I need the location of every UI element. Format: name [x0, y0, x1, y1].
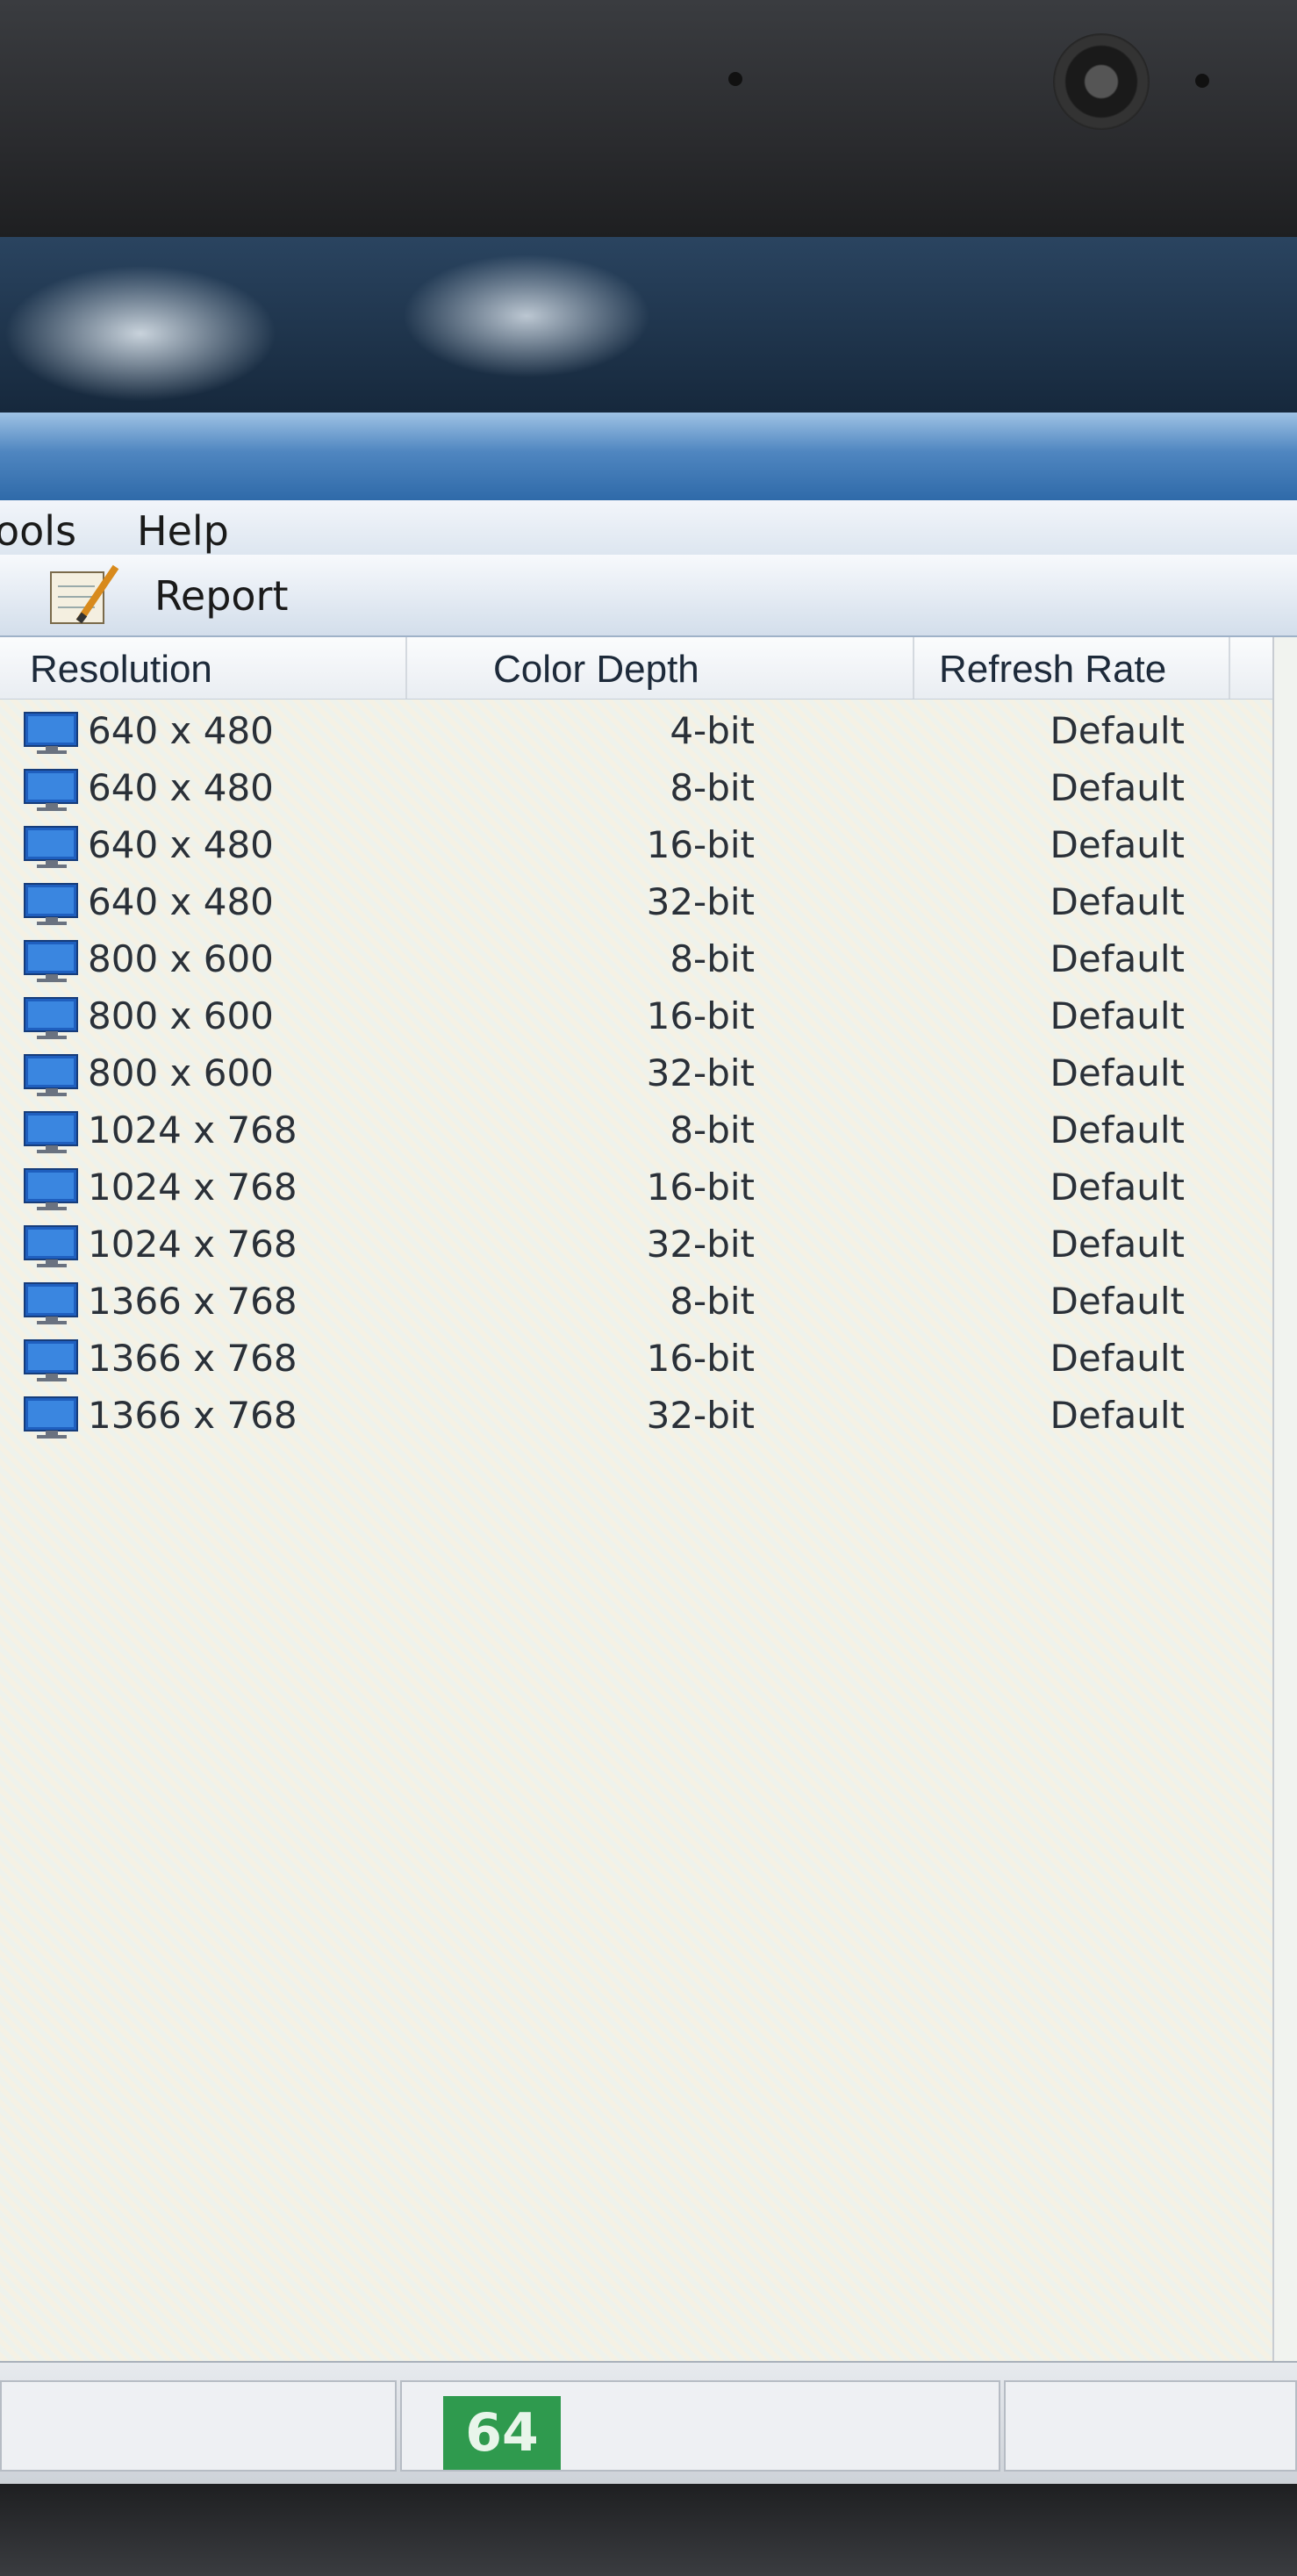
monitor-icon [24, 1396, 78, 1439]
cell-refresh-rate: Default [1050, 880, 1185, 923]
cell-resolution: 800 x 600 [88, 1051, 274, 1094]
monitor-icon [24, 1225, 78, 1267]
cell-refresh-rate: Default [1050, 994, 1185, 1037]
resolution-list[interactable]: Resolution Color Depth Refresh Rate 640 … [0, 637, 1274, 2441]
monitor-icon [24, 1282, 78, 1324]
cell-resolution: 800 x 600 [88, 937, 274, 980]
table-row[interactable]: 640 x 480 8-bit Default [0, 761, 1272, 817]
cell-refresh-rate: Default [1050, 823, 1185, 866]
cell-refresh-rate: Default [1050, 1223, 1185, 1266]
list-header: Resolution Color Depth Refresh Rate [0, 637, 1272, 700]
window-titlebar[interactable] [0, 413, 1297, 500]
table-row[interactable]: 1024 x 768 16-bit Default [0, 1160, 1272, 1216]
cell-color-depth: 16-bit [646, 994, 755, 1037]
table-row[interactable]: 1366 x 768 32-bit Default [0, 1388, 1272, 1445]
cell-color-depth: 32-bit [646, 1394, 755, 1437]
toolbar: Report [0, 555, 1297, 637]
monitor-icon [24, 997, 78, 1039]
cell-resolution: 1366 x 768 [88, 1394, 297, 1437]
cell-refresh-rate: Default [1050, 1280, 1185, 1323]
column-header-refresh-rate[interactable]: Refresh Rate [939, 648, 1166, 692]
cell-resolution: 1024 x 768 [88, 1223, 297, 1266]
report-button[interactable]: Report [35, 562, 316, 628]
table-row[interactable]: 640 x 480 4-bit Default [0, 704, 1272, 760]
notepad-pencil-icon [50, 564, 119, 624]
cell-refresh-rate: Default [1050, 709, 1185, 752]
cell-refresh-rate: Default [1050, 766, 1185, 809]
cell-color-depth: 4-bit [670, 709, 755, 752]
menu-help[interactable]: Help [137, 507, 229, 555]
monitor-icon [24, 1168, 78, 1210]
cell-resolution: 1366 x 768 [88, 1280, 297, 1323]
cell-refresh-rate: Default [1050, 937, 1185, 980]
cell-color-depth: 8-bit [670, 1280, 755, 1323]
monitor-icon [24, 712, 78, 754]
laptop-bezel-bottom [0, 2484, 1297, 2576]
table-row[interactable]: 800 x 600 32-bit Default [0, 1046, 1272, 1102]
cell-resolution: 1366 x 768 [88, 1337, 297, 1380]
cell-refresh-rate: Default [1050, 1337, 1185, 1380]
cell-color-depth: 16-bit [646, 823, 755, 866]
sensor-dot [1195, 74, 1209, 88]
cell-resolution: 1024 x 768 [88, 1166, 297, 1209]
monitor-icon [24, 940, 78, 982]
menu-tools[interactable]: ools [0, 507, 76, 555]
cell-color-depth: 8-bit [670, 1109, 755, 1152]
webcam-icon [1053, 33, 1150, 130]
report-label: Report [154, 572, 289, 620]
status-panel [0, 2380, 397, 2472]
cell-refresh-rate: Default [1050, 1051, 1185, 1094]
column-separator[interactable] [1229, 637, 1230, 699]
cell-resolution: 640 x 480 [88, 766, 274, 809]
cell-color-depth: 8-bit [670, 766, 755, 809]
cell-resolution: 640 x 480 [88, 709, 274, 752]
screen: ools Help Report Resolution Color Depth … [0, 237, 1297, 2484]
cell-color-depth: 8-bit [670, 937, 755, 980]
cell-refresh-rate: Default [1050, 1109, 1185, 1152]
cell-resolution: 1024 x 768 [88, 1109, 297, 1152]
taskbar: 64 [0, 2361, 1297, 2484]
cell-color-depth: 32-bit [646, 1051, 755, 1094]
table-row[interactable]: 640 x 480 16-bit Default [0, 818, 1272, 874]
cell-resolution: 640 x 480 [88, 823, 274, 866]
table-row[interactable]: 800 x 600 8-bit Default [0, 932, 1272, 988]
cell-color-depth: 32-bit [646, 1223, 755, 1266]
monitor-icon [24, 826, 78, 868]
table-row[interactable]: 1366 x 768 8-bit Default [0, 1274, 1272, 1331]
cell-color-depth: 16-bit [646, 1166, 755, 1209]
column-separator[interactable] [913, 637, 914, 699]
cell-refresh-rate: Default [1050, 1394, 1185, 1437]
cell-resolution: 640 x 480 [88, 880, 274, 923]
table-row[interactable]: 640 x 480 32-bit Default [0, 875, 1272, 931]
monitor-icon [24, 1054, 78, 1096]
cell-color-depth: 32-bit [646, 880, 755, 923]
column-separator[interactable] [405, 637, 407, 699]
table-row[interactable]: 1366 x 768 16-bit Default [0, 1331, 1272, 1388]
desktop-wallpaper [0, 237, 1297, 413]
laptop-bezel-top [0, 0, 1297, 237]
cell-refresh-rate: Default [1050, 1166, 1185, 1209]
table-row[interactable]: 1024 x 768 32-bit Default [0, 1217, 1272, 1274]
column-header-resolution[interactable]: Resolution [30, 648, 212, 692]
menu-bar: ools Help [0, 500, 1297, 556]
monitor-icon [24, 769, 78, 811]
monitor-icon [24, 1111, 78, 1153]
sensor-dot [728, 72, 742, 86]
64-bit-badge[interactable]: 64 [443, 2396, 561, 2470]
monitor-icon [24, 883, 78, 925]
monitor-icon [24, 1339, 78, 1381]
status-panel [1004, 2380, 1297, 2472]
column-header-color-depth[interactable]: Color Depth [493, 648, 699, 692]
table-row[interactable]: 800 x 600 16-bit Default [0, 989, 1272, 1045]
cell-color-depth: 16-bit [646, 1337, 755, 1380]
cell-resolution: 800 x 600 [88, 994, 274, 1037]
table-row[interactable]: 1024 x 768 8-bit Default [0, 1103, 1272, 1159]
